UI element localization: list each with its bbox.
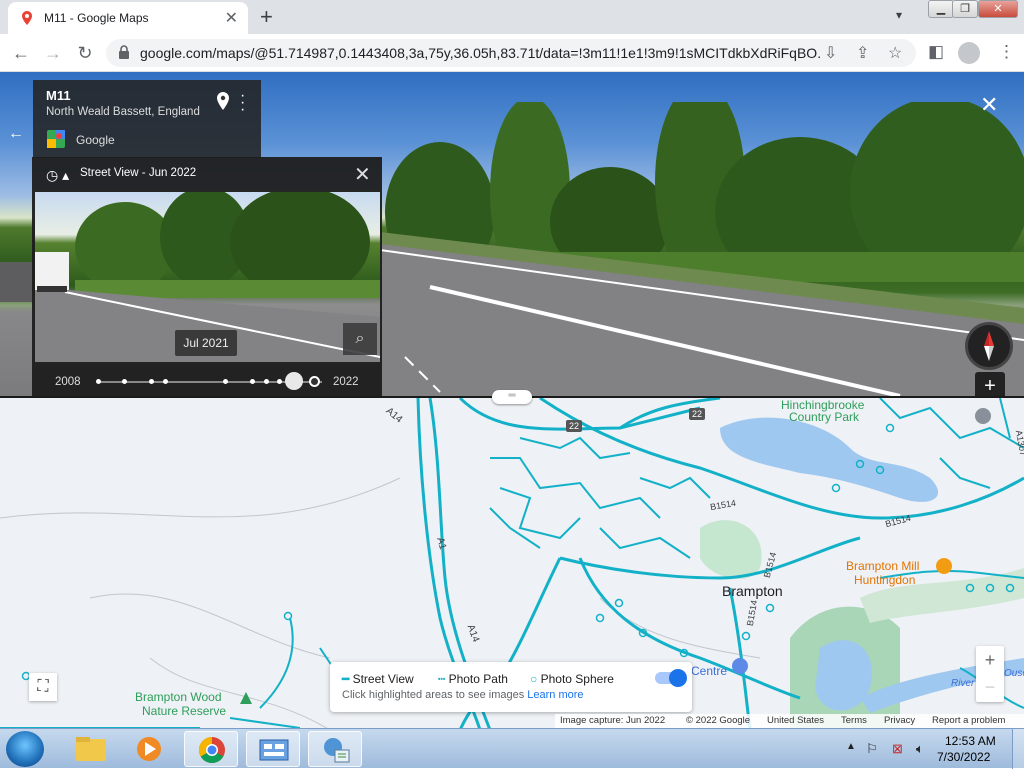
action-center-icon[interactable]: ⚐ — [866, 741, 878, 757]
forward-arrow-icon[interactable]: → — [41, 41, 65, 65]
map-label-ouse: Ouse — [1004, 668, 1024, 679]
more-options-icon[interactable]: · · · — [240, 88, 245, 118]
address-bar[interactable]: google.com/maps/@51.714987,0.1443408,3a,… — [106, 39, 916, 67]
copyright: © 2022 Google — [686, 715, 751, 726]
window-minimize-button[interactable]: ▁ — [928, 0, 954, 18]
map-pin-icon[interactable] — [216, 92, 230, 110]
back-arrow-icon[interactable]: ← — [9, 41, 33, 65]
reload-icon[interactable]: ↻ — [73, 41, 97, 65]
map-label-brampton-wood[interactable]: Brampton Wood — [135, 690, 222, 704]
road-shield-22: 22 — [689, 408, 706, 420]
show-hidden-icons[interactable]: ▲ — [846, 741, 856, 752]
new-tab-button[interactable]: + — [260, 4, 273, 30]
report-problem-link[interactable]: Report a problem — [932, 715, 1005, 726]
map-zoom-out-button[interactable]: − — [976, 674, 1004, 702]
timeline-start-year: 2008 — [55, 376, 81, 388]
image-capture-date: Image capture: Jun 2022 — [560, 715, 666, 726]
timeline-dot[interactable] — [264, 379, 269, 384]
timeline-current-marker[interactable] — [309, 376, 320, 387]
timeline-dot[interactable] — [250, 379, 255, 384]
timeline-dot[interactable] — [96, 379, 101, 384]
google-maps-logo-icon — [47, 130, 65, 148]
windows-taskbar: ▲ ⚐ ⊠ 🔈︎ 12:53 AM 7/30/2022 — [0, 728, 1024, 769]
volume-icon[interactable]: 🔈︎ — [916, 741, 924, 757]
timeline-dot[interactable] — [122, 379, 127, 384]
compass-icon[interactable] — [965, 322, 1013, 370]
street-view-zoom-in-button[interactable]: + — [975, 372, 1005, 396]
map-footer: Image capture: Jun 2022 © 2022 Google Un… — [555, 714, 1024, 728]
window-close-button[interactable]: ✕ — [978, 0, 1018, 18]
map-label-river: River — [951, 678, 975, 689]
timeline-dot[interactable] — [223, 379, 228, 384]
control-panel-taskbar-icon[interactable] — [246, 731, 300, 767]
timeline-slider-handle[interactable] — [285, 372, 303, 390]
road-shield-22: 22 — [566, 420, 583, 432]
network-status-icon[interactable]: ⊠ — [892, 741, 903, 757]
map-zoom-in-button[interactable]: + — [976, 646, 1004, 674]
google-attribution: Google — [76, 133, 115, 147]
time-travel-close-icon[interactable]: ✕ — [354, 162, 371, 187]
privacy-link[interactable]: Privacy — [884, 715, 915, 726]
clock-date[interactable]: 7/30/2022 — [937, 750, 990, 764]
legend-note: Click highlighted areas to see images Le… — [342, 689, 584, 701]
country-link[interactable]: United States — [767, 715, 824, 726]
tab-search-chevron-icon[interactable]: ▾ — [896, 8, 902, 22]
lock-icon — [119, 45, 129, 59]
browser-menu-icon[interactable]: ⋮ — [998, 42, 1015, 62]
chrome-taskbar-icon[interactable] — [184, 731, 238, 767]
timeline-dot[interactable] — [277, 379, 282, 384]
map-label-nature-reserve[interactable]: Nature Reserve — [142, 704, 226, 718]
legend-street-view: ━ Street View — [342, 672, 414, 686]
window-restore-button[interactable]: ❐ — [952, 0, 978, 18]
google-maps-favicon-icon — [22, 11, 32, 25]
expand-map-icon[interactable]: ⛶ — [29, 673, 57, 701]
tab-close-icon[interactable]: ✕ — [225, 8, 238, 28]
street-view-zoom-control: + − — [975, 372, 1005, 396]
history-icon[interactable]: ◷ ▴ — [46, 167, 69, 184]
learn-more-link[interactable]: Learn more — [527, 689, 583, 701]
terms-link[interactable]: Terms — [841, 715, 867, 726]
map-label-brampton-mill[interactable]: Brampton Mill — [846, 559, 919, 573]
split-view-drag-handle[interactable]: ═ — [492, 390, 532, 404]
browser-tab[interactable]: M11 - Google Maps ✕ — [8, 2, 248, 34]
thumbnail-date-badge: Jul 2021 — [175, 330, 237, 356]
side-panel-icon[interactable]: ◧ — [928, 42, 944, 62]
legend-photo-sphere: ○ Photo Sphere — [530, 672, 614, 686]
url-text: google.com/maps/@51.714987,0.1443408,3a,… — [140, 45, 820, 61]
timeline-dot[interactable] — [163, 379, 168, 384]
place-card: M11 North Weald Bassett, England Google … — [33, 80, 261, 158]
place-title: M11 — [46, 88, 71, 103]
map-label-huntingdon[interactable]: Huntingdon — [854, 573, 915, 587]
back-to-map-arrow-icon[interactable]: ← — [8, 125, 24, 143]
map-zoom-control: + − — [976, 646, 1004, 702]
map-label-centre[interactable]: Centre — [691, 664, 727, 678]
place-subtitle: North Weald Bassett, England — [46, 106, 200, 118]
thumbnail-zoom-icon[interactable]: ⌕ — [343, 323, 377, 355]
clock-time[interactable]: 12:53 AM — [945, 734, 996, 748]
install-app-icon[interactable]: ⇩ — [824, 43, 837, 63]
bookmark-star-icon[interactable]: ☆ — [888, 43, 902, 63]
map-label-brampton[interactable]: Brampton — [722, 583, 783, 599]
media-player-taskbar-icon[interactable] — [122, 731, 176, 767]
browser-tab-strip: M11 - Google Maps ✕ + ▾ ▁ ❐ ✕ — [0, 0, 1024, 34]
file-explorer-taskbar-icon[interactable] — [64, 731, 118, 767]
time-travel-panel: ◷ ▴ Street View - Jun 2022 ✕ Jul 2021 ⌕ … — [32, 157, 382, 405]
profile-avatar-icon[interactable] — [958, 42, 980, 64]
time-travel-title: Street View - Jun 2022 — [80, 167, 197, 179]
street-view-legend: ━ Street View ┅ Photo Path ○ Photo Spher… — [330, 662, 692, 712]
timeline-dot[interactable] — [149, 379, 154, 384]
close-street-view-icon[interactable]: ✕ — [980, 92, 998, 118]
street-view-layer-toggle[interactable] — [655, 669, 687, 687]
share-icon[interactable]: ⇪ — [856, 43, 869, 63]
network-taskbar-icon[interactable] — [308, 731, 362, 767]
legend-photo-path: ┅ Photo Path — [438, 672, 508, 686]
browser-toolbar: ← → ↻ google.com/maps/@51.714987,0.14434… — [0, 34, 1024, 72]
start-button-icon[interactable] — [6, 731, 44, 767]
show-desktop-button[interactable] — [1012, 729, 1024, 769]
tab-title: M11 - Google Maps — [44, 11, 149, 25]
timeline-end-year: 2022 — [333, 376, 359, 388]
map-label-country-park[interactable]: Country Park — [789, 410, 859, 424]
